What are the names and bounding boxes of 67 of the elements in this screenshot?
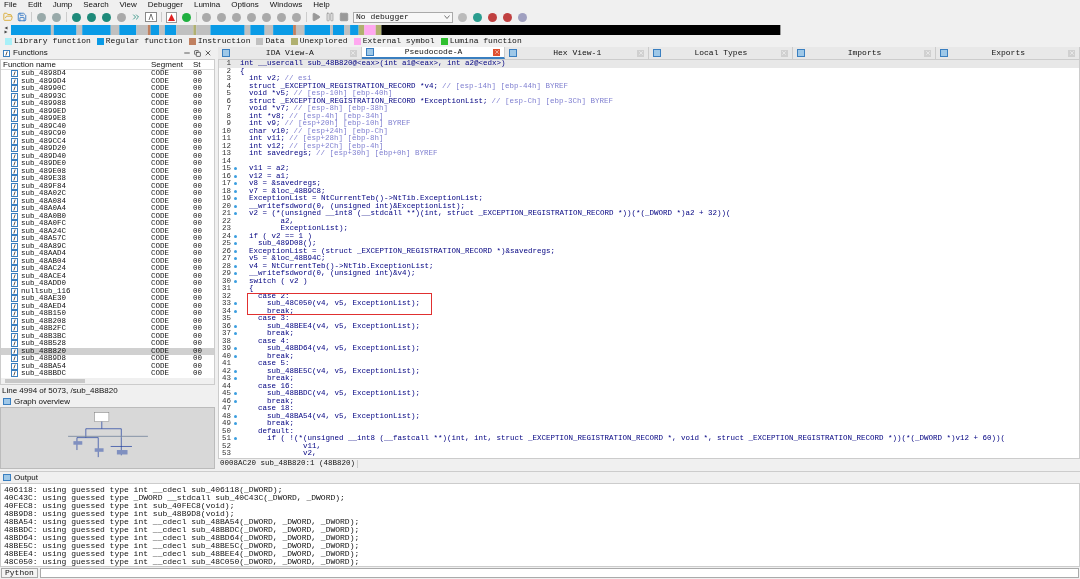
menu-item[interactable]: Windows: [269, 0, 303, 11]
command-field[interactable]: [39, 568, 1079, 578]
panel-title: Functions: [13, 49, 49, 57]
output-line: 406118: using guessed type int __cdecl sub_406118(_DWORD);: [4, 486, 283, 494]
column-header[interactable]: Segment: [151, 60, 193, 69]
horizontal-scrollbar[interactable]: [1, 378, 214, 384]
open-icon[interactable]: [3, 12, 13, 22]
tab-icon: [222, 49, 230, 57]
tab-icon: [796, 49, 805, 57]
output-line: 48BEE4: using guessed type int __cdecl sub_48BEE4(_DWORD, _DWORD, _DWORD);: [4, 550, 361, 558]
menu-item[interactable]: Search: [83, 0, 109, 11]
panel-title: Graph overview: [14, 397, 71, 406]
output-line: 48BD64: using guessed type int __cdecl sub_48BD64(_DWORD, _DWORD, _DWORD);: [4, 534, 361, 542]
play-icon[interactable]: [311, 12, 321, 22]
menu-item[interactable]: Edit: [27, 0, 42, 11]
menu-item[interactable]: Help: [313, 0, 330, 11]
output-line: 48BBDC: using guessed type int __cdecl sub_48BBDC(_DWORD, _DWORD, _DWORD);: [4, 526, 361, 534]
float-icon[interactable]: [194, 49, 201, 57]
view-tab[interactable]: Local Types: [649, 47, 793, 59]
graph-icon: [3, 398, 11, 405]
tab-icon: [509, 49, 518, 57]
close-icon[interactable]: [493, 48, 501, 56]
function-icon: [3, 49, 10, 57]
output-line: 48C050: using guessed type int __cdecl sub_48C050(_DWORD, _DWORD, _DWORD);: [4, 558, 361, 566]
output-line: 48B9D8: using guessed type int sub_48B9D8(void);: [4, 510, 235, 518]
tab-icon: [365, 48, 374, 56]
legend-label: External symbol: [362, 37, 435, 45]
scroll-arrows-icon[interactable]: [4, 26, 8, 34]
text-icon[interactable]: [145, 12, 157, 22]
output-line: 48BE5C: using guessed type int __cdecl sub_48BE5C(_DWORD, _DWORD, _DWORD);: [4, 542, 361, 550]
view-tab[interactable]: Pseudocode-A: [361, 47, 506, 59]
legend-label: Data: [265, 37, 285, 45]
legend-label: Instruction: [197, 37, 251, 45]
save-icon[interactable]: [17, 12, 27, 22]
menu-item[interactable]: Lumina: [193, 0, 221, 11]
tab-icon: [653, 49, 661, 57]
menu-item[interactable]: Debugger: [147, 0, 183, 11]
menu-item[interactable]: File: [4, 0, 17, 11]
column-header[interactable]: St: [193, 60, 207, 69]
view-tab[interactable]: Imports: [792, 47, 937, 59]
view-tab[interactable]: Exports: [936, 47, 1080, 59]
view-tab[interactable]: Hex View-1: [505, 47, 649, 59]
view-tab[interactable]: IDA View-A: [218, 47, 362, 59]
warning-icon[interactable]: [166, 11, 177, 23]
output-line: 40C43C: using guessed type _DWORD __stdcall sub_40C43C(_DWORD, _DWORD);: [4, 494, 346, 502]
panel-title: Output: [14, 473, 38, 482]
pause-icon[interactable]: [325, 12, 335, 22]
legend-label: Regular function: [105, 37, 183, 45]
legend-label: Unexplored: [299, 37, 348, 45]
tab-icon: [940, 49, 949, 57]
caret-icon: [444, 15, 450, 19]
jump-icon[interactable]: [131, 12, 141, 22]
close-icon[interactable]: [204, 49, 212, 57]
output-line: 48BA54: using guessed type int __cdecl sub_48BA54(_DWORD, _DWORD, _DWORD);: [4, 518, 361, 526]
column-header[interactable]: Function name: [1, 60, 151, 69]
status-text: Line 4994 of 5073, /sub_48B820: [2, 386, 118, 395]
legend-label: Lumina function: [449, 37, 522, 45]
stop-icon[interactable]: [339, 12, 349, 22]
menu-item[interactable]: View: [119, 0, 137, 11]
debugger-select[interactable]: No debugger: [353, 11, 453, 23]
python-button[interactable]: Python: [1, 568, 38, 578]
output-line: 40FEC8: using guessed type int sub_40FEC8(void);: [4, 502, 235, 510]
menu-item[interactable]: Jump: [52, 0, 73, 11]
menu-item[interactable]: Options: [231, 0, 259, 11]
maximize-icon[interactable]: [183, 49, 191, 57]
legend-label: Library function: [14, 37, 91, 45]
output-icon: [3, 474, 11, 481]
